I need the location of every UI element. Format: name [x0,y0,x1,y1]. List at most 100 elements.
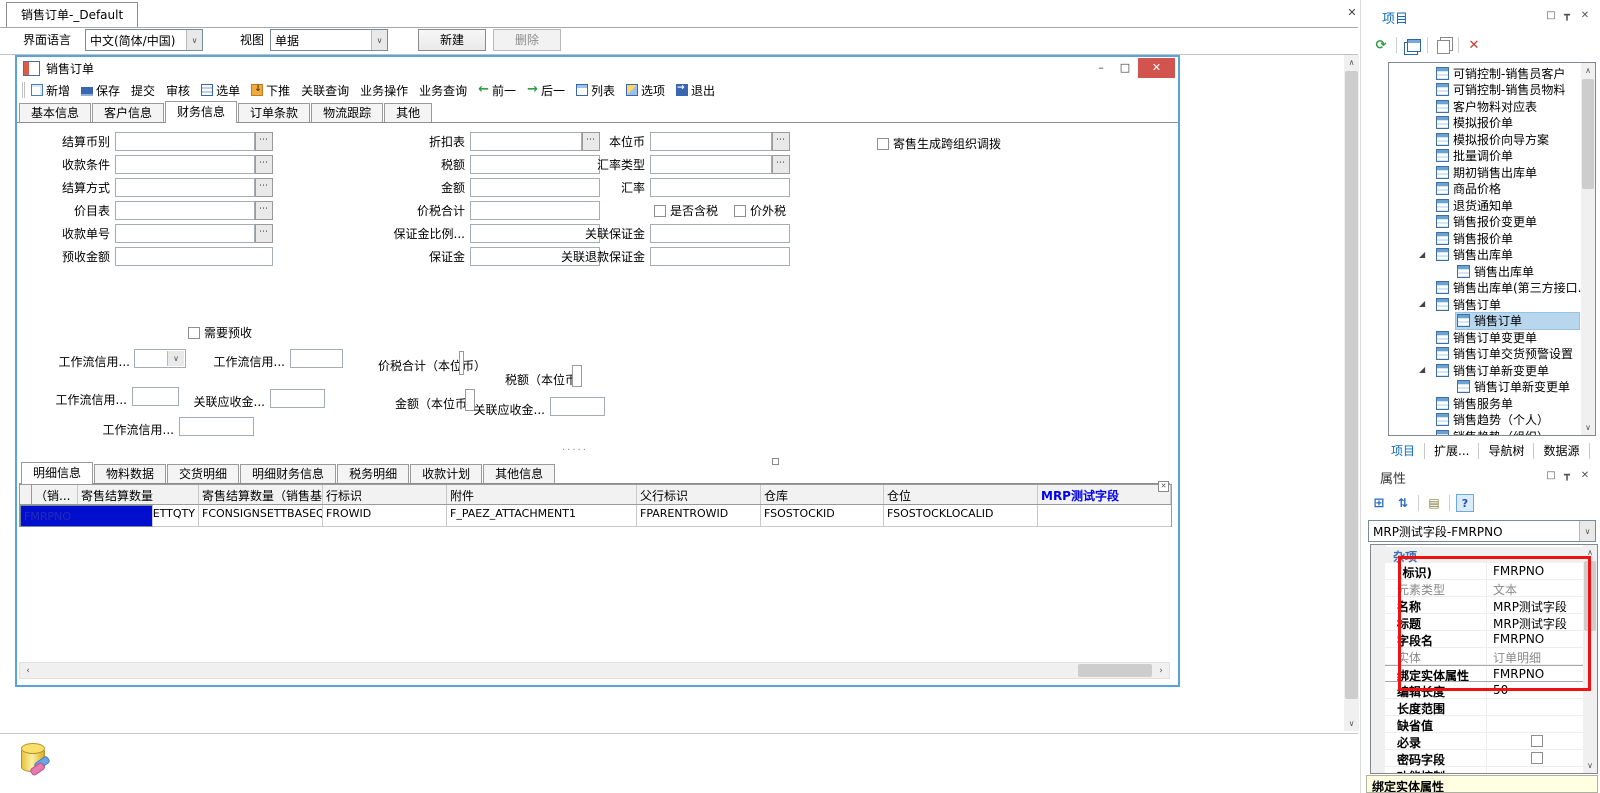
workflow-credit-combo[interactable]: ∨ [134,349,186,368]
scroll-up-icon[interactable]: ∧ [1581,63,1595,78]
property-row[interactable]: 名称MRP测试字段 [1385,597,1584,614]
property-row[interactable]: 必录 [1385,733,1584,750]
consign-checkbox-row[interactable]: 寄售生成跨组织调拨 [877,135,1001,152]
property-row[interactable]: (标识)FMRPNO [1385,563,1584,580]
property-row[interactable]: 标题MRP测试字段 [1385,614,1584,631]
property-value[interactable]: MRP测试字段 [1487,614,1584,630]
property-value[interactable]: 订单明细 [1487,648,1584,664]
properties-scrollbar[interactable]: ∧ ∨ [1583,545,1597,773]
tree-item[interactable]: 退货通知单 [1435,197,1516,213]
need-prepay-checkbox-row[interactable]: 需要预收 [188,324,252,341]
property-value[interactable] [1487,733,1584,749]
toolbar-item[interactable]: 保存 [81,82,120,99]
checkbox-icon[interactable] [654,205,666,217]
tree-item[interactable]: 可销控制-销售员物料 [1435,82,1568,98]
scroll-down-icon[interactable]: ∨ [1583,758,1597,773]
field-input[interactable] [650,224,790,243]
language-select[interactable]: 中文(简体/中国) ∨ [85,29,203,51]
field-input[interactable] [650,178,790,197]
tree-item[interactable]: 销售订单交货预警设置 [1435,346,1576,362]
detail-tab[interactable]: 税务明细 [337,464,409,483]
toolbar-item[interactable]: 新增 [31,82,70,99]
column-header[interactable]: 附件 [447,485,637,504]
scroll-down-icon[interactable]: ∨ [1344,716,1359,731]
tree-item[interactable]: 销售趋势（个人） [1435,412,1552,428]
workflow-credit-input[interactable] [290,349,343,368]
form-tab[interactable]: 物流跟踪 [311,103,383,122]
grid-cell[interactable]: FMRPNO [20,505,153,527]
property-pages-icon[interactable]: ▤ [1425,494,1443,512]
close-icon[interactable]: ✕ [1578,10,1592,21]
tax-base-input[interactable] [572,365,582,387]
database-edit-icon[interactable] [20,742,54,776]
close-icon[interactable]: ✕ [1138,58,1175,78]
vertical-scrollbar[interactable]: ∧ ∨ [1344,55,1359,731]
scroll-left-icon[interactable]: ‹ [20,663,36,678]
checkbox-icon[interactable] [734,205,746,217]
toolbar-item[interactable]: 下推 [251,82,290,99]
detail-tab[interactable]: 收款计划 [410,464,482,483]
tree-item[interactable]: 可销控制-销售员客户 [1435,65,1568,81]
property-row[interactable]: 绑定实体属性FMRPNO [1385,665,1584,682]
expand-icon[interactable]: ◢ [1419,299,1425,308]
delete-icon[interactable]: ✕ [1465,36,1483,54]
panel-tab[interactable]: 扩展... [1425,443,1479,459]
checkbox-icon[interactable] [877,138,889,150]
tree-item[interactable]: 销售报价变更单 [1435,214,1540,230]
field-input[interactable] [650,155,772,174]
tree-item[interactable]: 销售订单变更单 [1435,329,1540,345]
chevron-down-icon[interactable]: ∨ [1579,521,1595,541]
close-icon[interactable]: ✕ [1345,6,1359,20]
workflow-credit-input[interactable] [179,417,254,436]
panel-tab[interactable]: 数据源 [1534,443,1589,459]
field-input[interactable] [115,155,255,174]
panel-splitter[interactable] [1360,0,1361,793]
grid-cell[interactable]: FROWID [323,505,447,526]
scroll-right-icon[interactable]: › [1153,663,1169,678]
document-tab[interactable]: 销售订单-_Default [6,2,138,27]
property-category[interactable]: 杂项 [1371,547,1584,563]
column-header[interactable]: 寄售结算数量（销售基... [199,485,323,504]
tree-item[interactable]: 客户物料对应表 [1435,98,1540,114]
detail-tab[interactable]: 交货明细 [167,464,239,483]
chevron-down-icon[interactable]: ∨ [167,351,184,366]
float-icon[interactable]: □ [1544,470,1558,481]
form-tab[interactable]: 订单条款 [238,103,310,122]
expand-icon[interactable]: ◢ [1419,250,1425,259]
tree-item[interactable]: 模拟报价单 [1435,115,1516,131]
tree-item[interactable]: 销售出库单(第三方接口... [1435,280,1592,296]
form-tab[interactable]: 其他 [384,103,432,122]
form-tab[interactable]: 财务信息 [165,101,237,123]
chevron-down-icon[interactable]: ∨ [371,30,387,50]
checkbox-icon[interactable] [188,327,200,339]
column-header[interactable]: 寄售结算数量 [78,485,199,504]
grid-cell[interactable]: F_PAEZ_ATTACHMENT1 [447,505,637,526]
checkbox-icon[interactable] [1531,752,1543,764]
property-value[interactable] [1487,716,1584,732]
checkbox-icon[interactable] [1531,735,1543,747]
pin-icon[interactable]: ┳ [1560,470,1574,481]
tree-item[interactable]: 销售报价单 [1435,230,1516,246]
total-base-input[interactable] [459,351,464,375]
field-input[interactable] [115,201,255,220]
property-value[interactable]: FMRPNO [1487,631,1584,647]
property-row[interactable]: 字段名FMRPNO [1385,631,1584,648]
refresh-icon[interactable]: ⟳ [1372,36,1390,54]
toolbar-item[interactable]: 关联查询 [301,82,349,99]
copy-icon[interactable] [1434,36,1452,54]
property-row[interactable]: 编辑长度50 [1385,682,1584,699]
ellipsis-button[interactable]: ⋯ [255,178,273,197]
ellipsis-button[interactable]: ⋯ [255,155,273,174]
property-row[interactable]: 密码字段 [1385,750,1584,767]
sort-alphabetical-icon[interactable]: ⇅ [1394,494,1412,512]
field-input[interactable] [115,247,273,266]
property-row[interactable]: 缺省值 [1385,716,1584,733]
tree-item[interactable]: 销售出库单 [1456,263,1537,279]
tree-item[interactable]: 销售服务单 [1435,395,1516,411]
panel-tab[interactable]: 导航树 [1479,443,1534,459]
grid-cell[interactable]: FSOSTOCKID [761,505,884,526]
scroll-up-icon[interactable]: ∧ [1583,545,1597,560]
cascade-windows-icon[interactable] [1403,36,1421,54]
field-input[interactable] [650,247,790,266]
toolbar-item[interactable]: 提交 [131,82,155,99]
